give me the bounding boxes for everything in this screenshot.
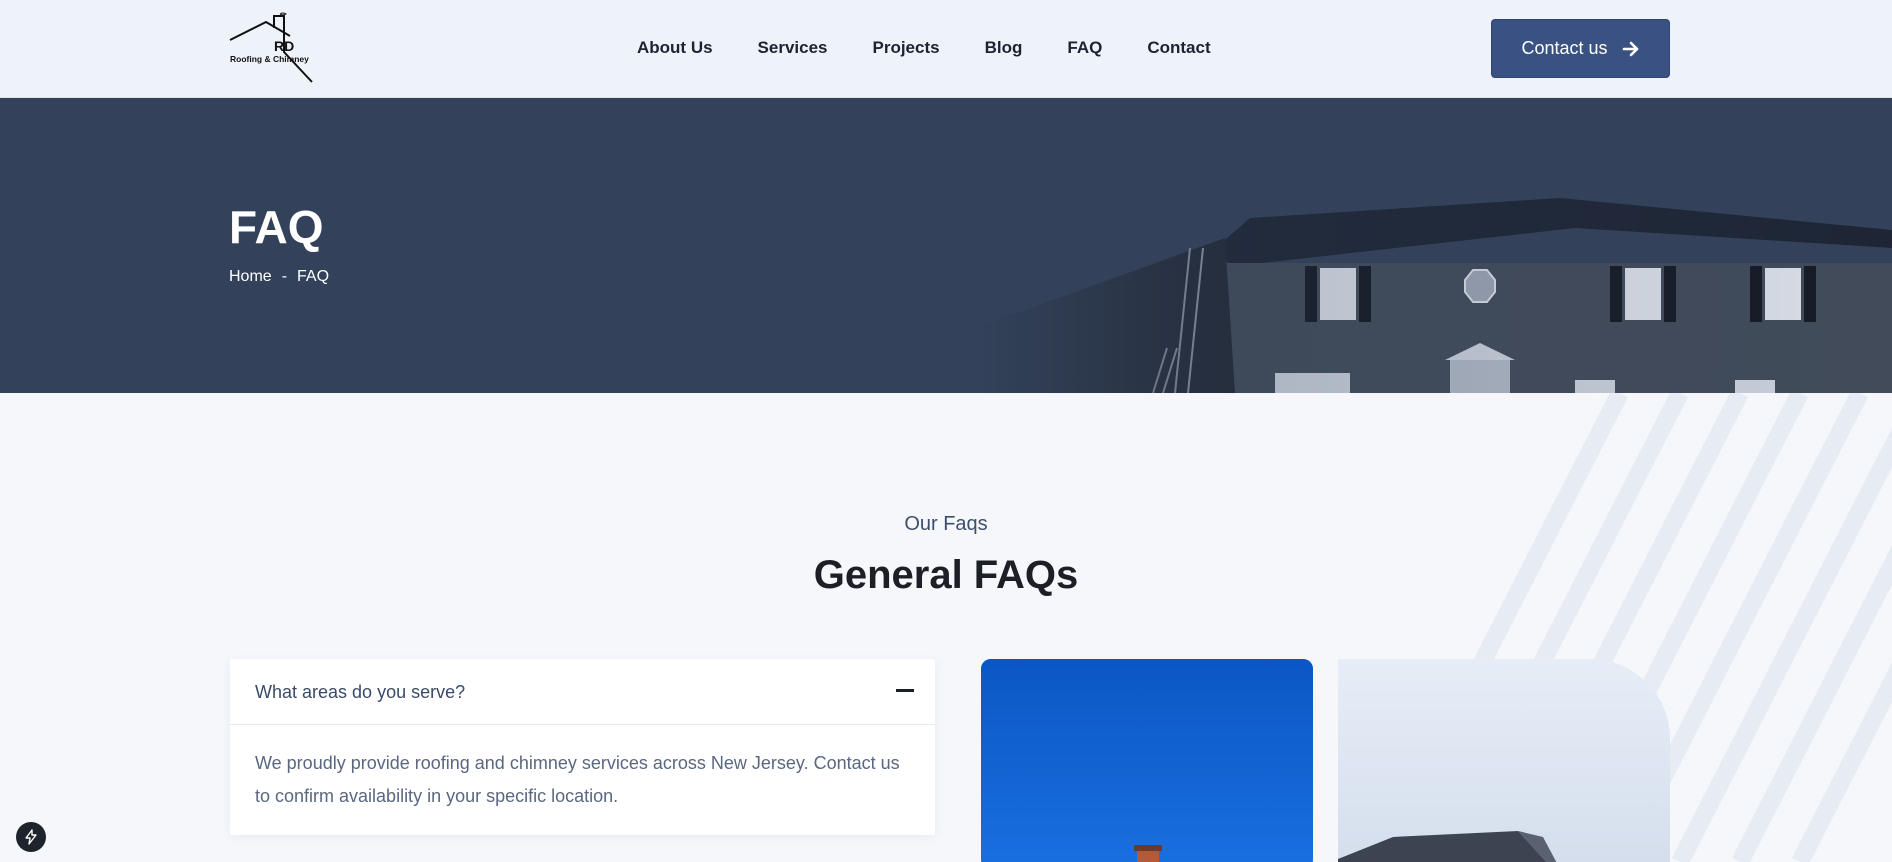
arrow-right-icon [1622, 41, 1638, 56]
hero-house-image [975, 98, 1892, 393]
page-title: FAQ [229, 201, 324, 253]
faq-item: What areas do you serve? We proudly prov… [230, 659, 935, 835]
breadcrumb-separator: - [281, 268, 288, 285]
house-roof-image [1338, 659, 1670, 862]
nav-about-us[interactable]: About Us [637, 38, 713, 58]
logo[interactable]: RD Roofing & Chimney [228, 9, 344, 86]
section-title: General FAQs [813, 553, 1079, 597]
faq-question: What areas do you serve? [255, 682, 466, 702]
logo-name: RD [274, 38, 295, 54]
lightning-button[interactable] [16, 822, 46, 852]
contact-us-button[interactable]: Contact us [1491, 19, 1670, 78]
lightning-icon [25, 829, 37, 845]
nav-blog[interactable]: Blog [985, 38, 1023, 58]
faq-section: Our Faqs General FAQs What areas do you … [0, 393, 1892, 862]
chimney-photo [981, 659, 1313, 862]
nav-faq[interactable]: FAQ [1067, 38, 1102, 58]
page-hero: FAQ Home - FAQ [0, 98, 1892, 393]
nav-services[interactable]: Services [758, 38, 828, 58]
main-nav: About Us Services Projects Blog FAQ Cont… [637, 38, 1211, 58]
breadcrumb-home[interactable]: Home [229, 268, 272, 286]
faq-answer: We proudly provide roofing and chimney s… [255, 753, 900, 806]
breadcrumb: Home - FAQ [229, 268, 329, 286]
contact-us-label: Contact us [1521, 38, 1608, 58]
minus-icon[interactable] [896, 689, 914, 692]
nav-contact[interactable]: Contact [1147, 38, 1210, 58]
nav-projects[interactable]: Projects [873, 38, 940, 58]
section-eyebrow: Our Faqs [904, 513, 988, 535]
logo-subtitle: Roofing & Chimney [230, 54, 309, 64]
faq-question-toggle[interactable]: What areas do you serve? [230, 659, 935, 725]
chimney-image [981, 659, 1313, 862]
house-roof-photo [1338, 659, 1670, 862]
breadcrumb-current: FAQ [297, 268, 330, 285]
site-header: RD Roofing & Chimney About Us Services P… [0, 0, 1892, 98]
